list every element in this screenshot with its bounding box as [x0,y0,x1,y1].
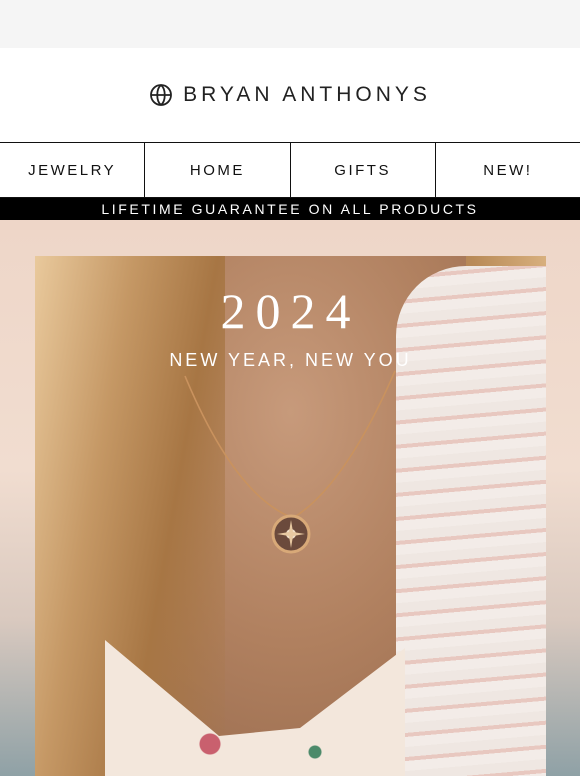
guarantee-banner: LIFETIME GUARANTEE ON ALL PRODUCTS [0,198,580,220]
nav-item-gifts[interactable]: GIFTS [291,143,436,197]
hero-title: 2024 [220,283,361,339]
hero-section: 2024 NEW YEAR, NEW YOU [0,220,580,776]
nav-item-home[interactable]: HOME [145,143,291,197]
guarantee-text: LIFETIME GUARANTEE ON ALL PRODUCTS [101,201,479,217]
top-strip [0,0,580,48]
nav-item-new[interactable]: NEW! [436,143,580,197]
email-header: BRYAN ANTHONYS [0,48,580,142]
hero-subtitle: NEW YEAR, NEW YOU [169,350,412,370]
compass-globe-icon [150,84,173,106]
brand-name: BRYAN ANTHONYS [183,83,431,106]
nav-item-jewelry[interactable]: JEWELRY [0,143,146,197]
brand-logo[interactable]: BRYAN ANTHONYS [149,83,431,107]
main-nav: JEWELRY HOME GIFTS NEW! [0,142,580,198]
hero-image[interactable]: 2024 NEW YEAR, NEW YOU [35,256,546,776]
